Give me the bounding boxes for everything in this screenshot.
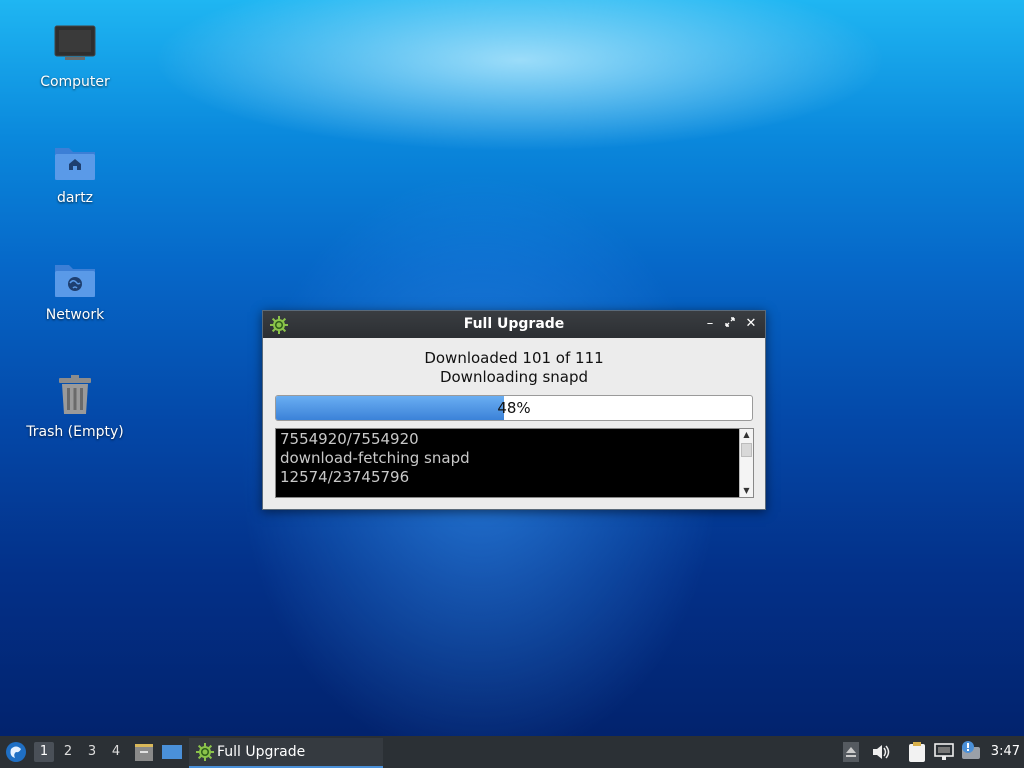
taskbar: 1 2 3 4 Full Upgrade 3:47 (0, 736, 1024, 768)
update-notification-icon (962, 741, 980, 759)
log-lines: 7554920/7554920 download-fetching snapd … (280, 430, 470, 487)
desktop-icon-home-folder[interactable]: dartz (25, 138, 125, 206)
gear-icon (195, 742, 215, 766)
desktop-icon-label: dartz (56, 190, 94, 206)
download-progress-bar: 48% (275, 395, 753, 421)
taskbar-task-full-upgrade[interactable]: Full Upgrade (189, 738, 383, 768)
log-scrollbar[interactable]: ▲ ▼ (739, 429, 753, 497)
maximize-icon (725, 317, 735, 327)
network-button[interactable] (933, 736, 955, 768)
desktop-icon-trash[interactable]: Trash (Empty) (25, 372, 125, 440)
network-wired-icon (934, 743, 954, 760)
clipboard-icon (909, 742, 925, 762)
log-line: 7554920/7554920 (280, 430, 419, 448)
minimize-button[interactable]: – (701, 315, 719, 333)
close-button[interactable]: ✕ (742, 315, 760, 333)
network-folder-icon (51, 255, 99, 303)
file-manager-launcher[interactable] (133, 736, 155, 768)
file-manager-icon (135, 744, 153, 761)
eject-icon (843, 742, 859, 762)
log-output[interactable]: 7554920/7554920 download-fetching snapd … (275, 428, 754, 498)
desktop-icon-label: Computer (40, 74, 110, 90)
eject-button[interactable] (843, 736, 859, 768)
desktop-icon-computer[interactable]: Computer (25, 22, 125, 90)
scroll-thumb[interactable] (741, 443, 752, 457)
desktop-icon-network[interactable]: Network (25, 255, 125, 323)
download-item-text: Downloading snapd (439, 368, 589, 386)
desktop-icon-label: Trash (Empty) (26, 424, 124, 440)
log-line: 12574/23745796 (280, 468, 410, 486)
window-title: Full Upgrade (463, 316, 565, 332)
desktop-icon (162, 745, 182, 759)
lubuntu-logo-icon (6, 742, 26, 762)
scroll-up-arrow-icon[interactable]: ▲ (740, 429, 753, 441)
task-label: Full Upgrade (217, 744, 306, 760)
trash-icon (51, 372, 99, 420)
scroll-down-arrow-icon[interactable]: ▼ (740, 485, 753, 497)
full-upgrade-window: Full Upgrade – ✕ Downloaded 101 of 111 D… (262, 310, 766, 510)
status-message: Downloaded 101 of 111 Downloading snapd (263, 349, 765, 387)
workspace-2[interactable]: 2 (58, 742, 78, 762)
computer-icon (51, 22, 99, 70)
volume-button[interactable] (871, 736, 891, 768)
workspace-4[interactable]: 4 (106, 742, 126, 762)
maximize-button[interactable] (721, 315, 739, 333)
volume-icon (873, 745, 890, 759)
workspace-3[interactable]: 3 (82, 742, 102, 762)
clipboard-button[interactable] (907, 736, 927, 768)
window-titlebar[interactable]: Full Upgrade – ✕ (263, 311, 765, 338)
workspace-1[interactable]: 1 (34, 742, 54, 762)
download-count-text: Downloaded 101 of 111 (424, 349, 604, 367)
updates-notifier-button[interactable] (960, 736, 982, 768)
start-menu-button[interactable] (4, 736, 28, 768)
log-line: download-fetching snapd (280, 449, 470, 467)
progress-percent-text: 48% (497, 399, 531, 417)
clock[interactable]: 3:47 (991, 744, 1020, 759)
desktop-icon-label: Network (45, 307, 105, 323)
home-folder-icon (51, 138, 99, 186)
show-desktop-button[interactable] (161, 736, 183, 768)
